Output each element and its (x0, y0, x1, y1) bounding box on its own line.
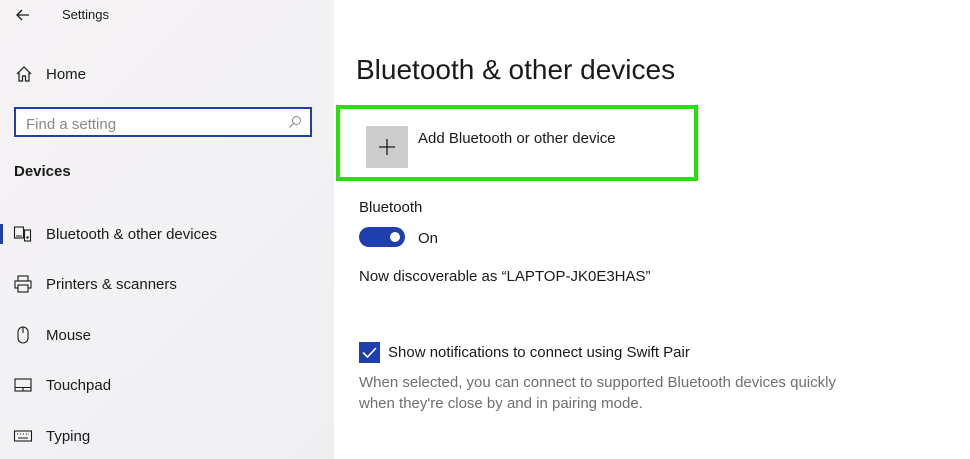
mouse-icon (17, 326, 29, 344)
swift-pair-label: Show notifications to connect using Swif… (388, 344, 690, 361)
bluetooth-devices-icon (13, 226, 32, 242)
bluetooth-label: Bluetooth (359, 199, 423, 216)
sidebar-item-label: Touchpad (46, 376, 112, 394)
sidebar-item-label: Mouse (46, 326, 92, 344)
discoverable-text: Now discoverable as “LAPTOP-JK0E3HAS” (359, 268, 651, 285)
app-title: Settings (62, 7, 109, 22)
back-button[interactable] (12, 4, 34, 26)
add-device-button[interactable]: Add Bluetooth or other device (336, 105, 698, 181)
add-tile (366, 126, 408, 168)
printer-icon (14, 275, 32, 293)
plus-icon (379, 139, 395, 155)
sidebar-item-bluetooth[interactable]: Bluetooth & other devices (0, 214, 334, 254)
sidebar-item-typing[interactable]: Typing (0, 416, 334, 456)
bluetooth-state: On (418, 230, 439, 247)
sidebar-item-label: Printers & scanners (46, 275, 177, 293)
search-input[interactable] (24, 113, 278, 135)
search-box[interactable] (14, 107, 312, 137)
touchpad-icon (14, 378, 32, 392)
search-icon[interactable] (288, 115, 302, 129)
bluetooth-toggle[interactable] (359, 227, 405, 247)
swift-pair-description: When selected, you can connect to suppor… (359, 374, 836, 412)
back-arrow-icon (16, 9, 29, 21)
sidebar: Settings Home Devices Bluetooth & other … (0, 0, 334, 459)
main-content: Bluetooth & other devices Add Bluetooth … (334, 0, 970, 459)
page-title: Bluetooth & other devices (356, 54, 676, 85)
sidebar-item-printers[interactable]: Printers & scanners (0, 264, 334, 304)
title-bar: Settings (0, 0, 334, 32)
sidebar-item-label: Typing (46, 427, 91, 445)
toggle-knob (390, 232, 400, 242)
sidebar-item-touchpad[interactable]: Touchpad (0, 365, 334, 405)
sidebar-item-mouse[interactable]: Mouse (0, 315, 334, 355)
sidebar-item-label: Bluetooth & other devices (46, 225, 217, 243)
home-icon (16, 66, 32, 82)
add-device-label: Add Bluetooth or other device (418, 130, 616, 147)
checkmark-icon (362, 347, 377, 359)
keyboard-icon (13, 430, 33, 442)
home-label: Home (46, 65, 87, 83)
section-title: Devices (14, 163, 71, 180)
swift-pair-checkbox[interactable] (359, 342, 380, 363)
home-link[interactable]: Home (14, 63, 86, 85)
